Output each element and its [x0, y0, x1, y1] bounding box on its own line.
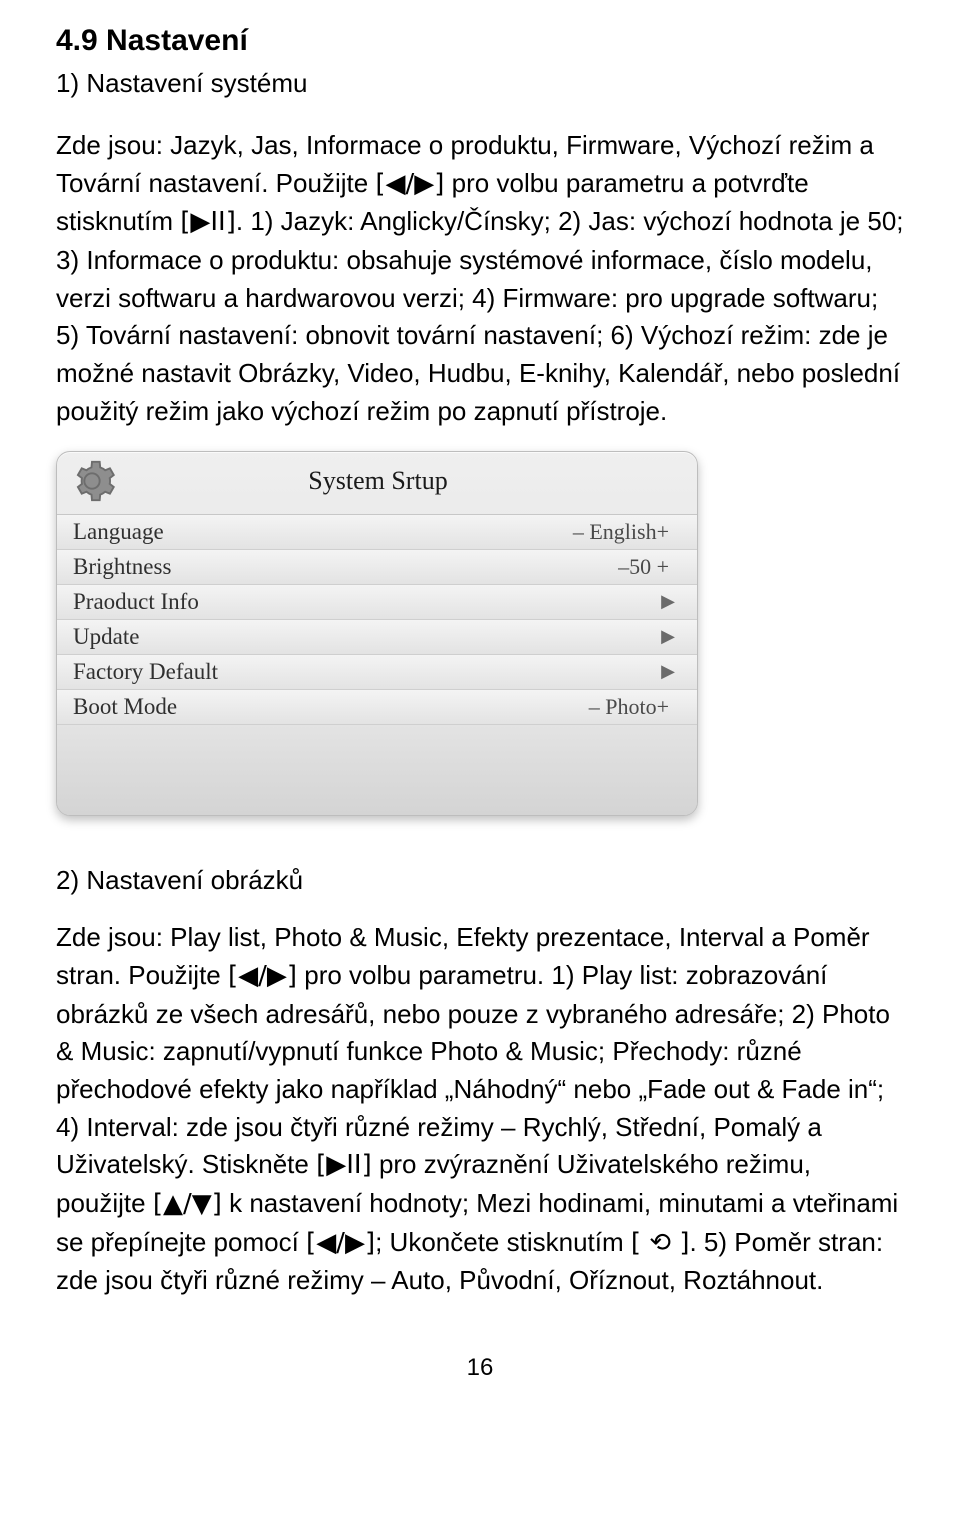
row-product-info[interactable]: Praoduct Info ▶: [57, 585, 697, 620]
page-number: 16: [56, 1354, 904, 1382]
row-value: – Photo+: [589, 694, 669, 720]
row-caret-icon: ▶: [661, 591, 675, 612]
icon-up-down: [▲/▼]: [153, 1189, 222, 1219]
row-factory-default[interactable]: Factory Default ▶: [57, 655, 697, 690]
icon-back: [ ⟲ ]: [631, 1228, 690, 1258]
row-caret-icon: ▶: [661, 661, 675, 682]
row-label: Factory Default: [73, 659, 655, 685]
row-value: – English+: [573, 519, 669, 545]
paragraph-1: Zde jsou: Jazyk, Jas, Informace o produk…: [56, 127, 904, 431]
row-boot-mode[interactable]: Boot Mode – Photo+: [57, 690, 697, 725]
icon-left-right: [◀/▶]: [228, 961, 297, 991]
icon-play-pause: [▶II]: [180, 207, 236, 237]
row-language[interactable]: Language – English+: [57, 515, 697, 550]
gear-icon: [69, 458, 115, 504]
row-label: Praoduct Info: [73, 589, 655, 615]
panel-footer-spacer: [57, 725, 697, 815]
icon-left-right: [◀/▶]: [375, 169, 444, 199]
section-heading: 4.9 Nastavení: [56, 24, 904, 58]
row-caret-icon: ▶: [661, 626, 675, 647]
row-update[interactable]: Update ▶: [57, 620, 697, 655]
section1-title: 1) Nastavení systému: [56, 68, 904, 99]
icon-left-right: [◀/▶]: [306, 1228, 375, 1258]
system-setup-panel: System Srtup Language – English+ Brightn…: [56, 451, 698, 816]
row-label: Language: [73, 519, 573, 545]
row-label: Brightness: [73, 554, 618, 580]
panel-title: System Srtup: [115, 466, 681, 496]
panel-header: System Srtup: [57, 452, 697, 515]
row-label: Boot Mode: [73, 694, 589, 720]
p1-text-c: . 1) Jazyk: Anglicky/Čínsky; 2) Jas: výc…: [56, 206, 904, 425]
p2-b: pro volbu parametru. 1) Play list: zobra…: [56, 960, 890, 1179]
p2-e: ; Ukončete stisknutím: [375, 1227, 631, 1257]
row-label: Update: [73, 624, 655, 650]
section2-title: 2) Nastavení obrázků: [56, 862, 904, 900]
icon-play-pause: [▶II]: [316, 1150, 372, 1180]
paragraph-2: Zde jsou: Play list, Photo & Music, Efek…: [56, 919, 904, 1300]
row-brightness[interactable]: Brightness –50 +: [57, 550, 697, 585]
row-value: –50 +: [618, 554, 669, 580]
